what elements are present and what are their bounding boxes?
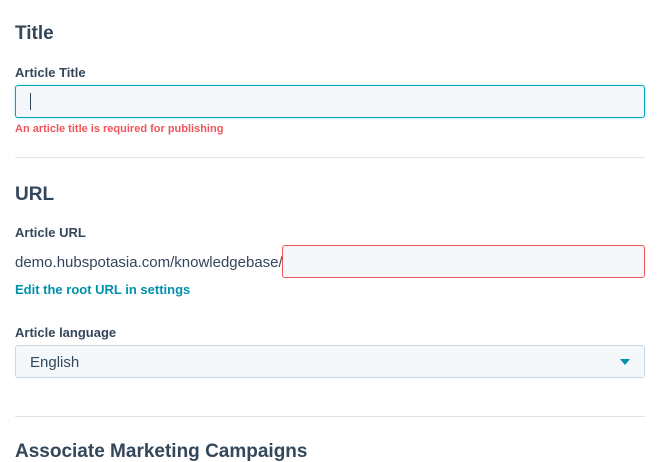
section-divider — [15, 416, 645, 417]
article-title-input[interactable] — [15, 85, 645, 118]
section-divider — [15, 157, 645, 158]
text-cursor — [30, 93, 31, 110]
edit-root-url-link[interactable]: Edit the root URL in settings — [15, 283, 190, 296]
article-url-slug-input[interactable] — [282, 245, 645, 278]
article-title-error: An article title is required for publish… — [15, 123, 224, 135]
article-language-value: English — [30, 354, 80, 371]
campaigns-section-heading: Associate Marketing Campaigns — [15, 441, 308, 462]
article-title-label: Article Title — [15, 65, 86, 80]
caret-down-icon — [620, 359, 630, 365]
article-language-label: Article language — [15, 325, 117, 340]
url-section-heading: URL — [15, 184, 55, 205]
url-prefix: demo.hubspotasia.com/knowledgebase/ — [15, 254, 283, 271]
article-url-label: Article URL — [15, 225, 86, 240]
title-section-heading: Title — [15, 23, 54, 44]
article-language-select[interactable]: English — [15, 345, 645, 378]
